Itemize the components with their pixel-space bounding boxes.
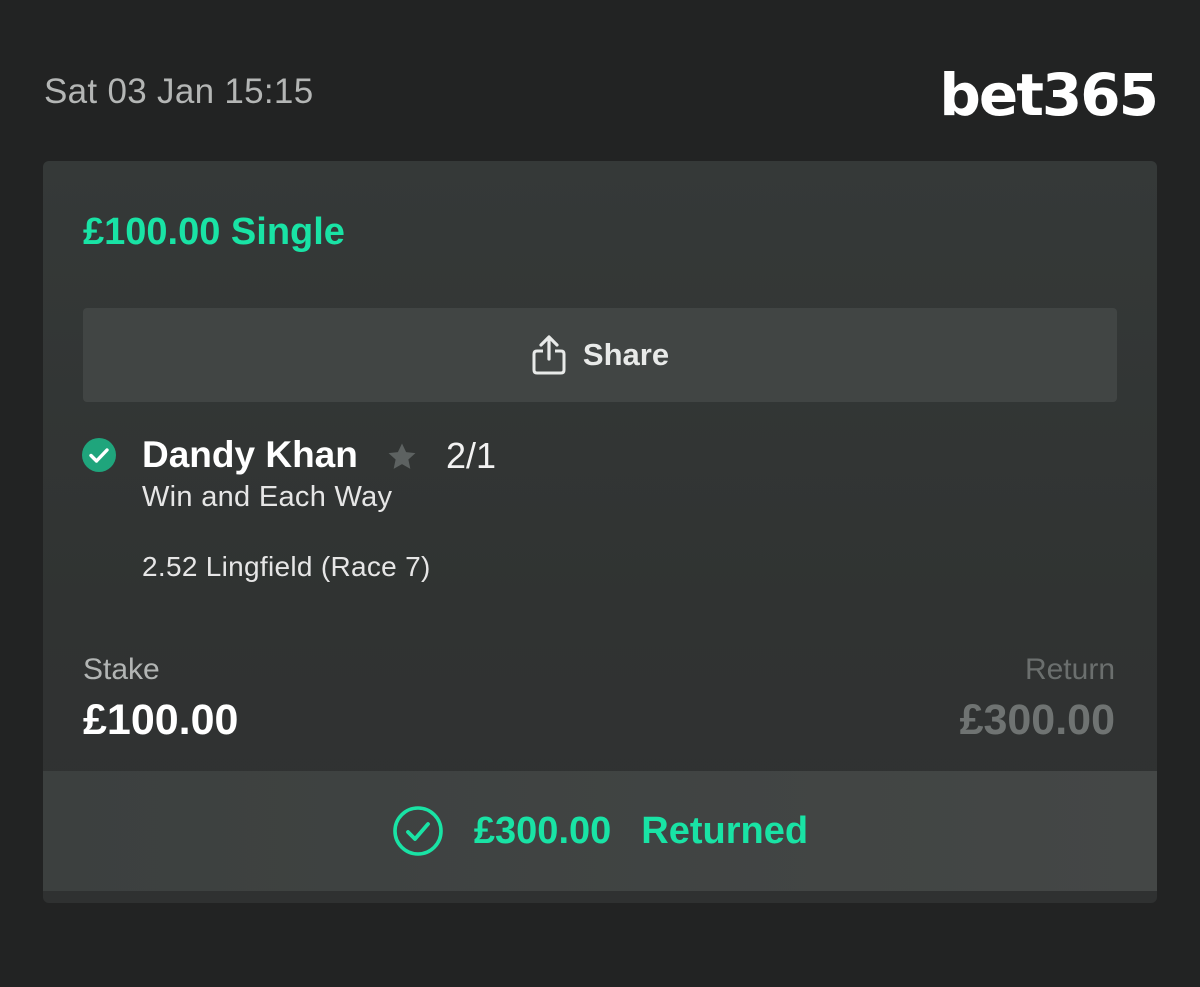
return-label: Return: [1024, 653, 1115, 686]
returned-label: Returned: [641, 809, 809, 852]
selection-name: Dandy Khan: [142, 434, 358, 475]
selection-event: 2.52 Lingfield (Race 7): [142, 551, 431, 582]
returned-check-icon: [393, 806, 443, 856]
stake-label: Stake: [83, 653, 160, 686]
share-label: Share: [582, 337, 670, 372]
selection-odds: 2/1: [446, 435, 497, 476]
bet-title: £100.00 Single: [83, 211, 345, 253]
star-icon[interactable]: [385, 440, 419, 474]
returned-banner: £300.00 Returned: [43, 771, 1157, 891]
check-circle-icon: [82, 438, 116, 472]
return-value: £300.00: [959, 696, 1115, 744]
stake-value: £100.00: [83, 696, 239, 744]
bet365-logo: bet365: [939, 61, 1159, 129]
share-icon: [532, 335, 566, 375]
share-button[interactable]: Share: [83, 308, 1117, 402]
bet-date: Sat 03 Jan 15:15: [44, 72, 314, 111]
returned-amount: £300.00: [473, 809, 612, 852]
selection-market: Win and Each Way: [142, 481, 393, 513]
bet-card: £100.00 Single Share Dandy Khan 2/1 Win …: [43, 161, 1157, 903]
